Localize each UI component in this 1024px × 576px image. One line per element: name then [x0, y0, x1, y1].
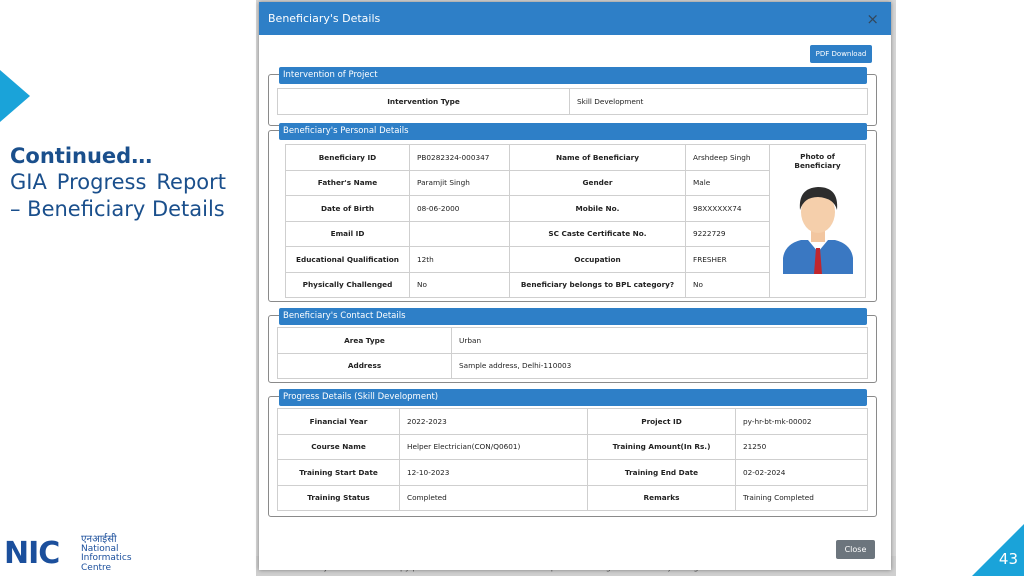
beneficiary-details-modal: Beneficiary's Details × PDF Download Int… [259, 2, 891, 570]
section-header: Progress Details (Skill Development) [279, 389, 867, 406]
label-cell: Course Name [277, 433, 400, 460]
personal-details-table: Beneficiary ID PB0282324-000347 Name of … [285, 144, 866, 298]
label-cell: Intervention Type [277, 88, 570, 115]
value-cell: 12-10-2023 [399, 459, 588, 486]
section-header: Beneficiary's Personal Details [279, 123, 867, 140]
progress-details-table: Financial Year 2022-2023 Project ID py-h… [277, 408, 868, 511]
slide-title-rest: GIA Progress Report – Beneficiary Detail… [10, 170, 226, 221]
arrow-decoration [0, 70, 30, 122]
slide-title-bold: Continued… [10, 144, 153, 168]
close-icon[interactable]: × [866, 10, 879, 28]
slide: Continued… GIA Progress Report – Benefic… [0, 0, 1024, 576]
label-cell: Remarks [587, 484, 736, 511]
value-cell: 21250 [735, 433, 868, 460]
nic-logo-line3: Centre [81, 562, 112, 573]
table-row: Address Sample address, Delhi-110003 [277, 352, 868, 379]
table-row: Intervention Type Skill Development [277, 88, 868, 115]
label-cell: Training Amount(In Rs.) [587, 433, 736, 460]
value-cell: No [685, 271, 770, 298]
value-cell: 02-02-2024 [735, 459, 868, 486]
value-cell [409, 220, 510, 247]
table-row: Area Type Urban [277, 327, 868, 354]
label-cell: Gender [509, 169, 686, 196]
nic-logo: NIC एनआईसी National Informatics Centre [4, 535, 139, 573]
slide-title: Continued… GIA Progress Report – Benefic… [10, 143, 226, 223]
photo-cell: Photo of Beneficiary [769, 144, 866, 298]
value-cell: Male [685, 169, 770, 196]
page-number: 43 [998, 550, 1018, 568]
nic-logo-text: एनआईसी National Informatics Centre [81, 535, 132, 573]
label-cell: Area Type [277, 327, 452, 354]
value-cell: Paramjit Singh [409, 169, 510, 196]
label-cell: Training Status [277, 484, 400, 511]
value-cell: 98XXXXXX74 [685, 195, 770, 222]
section-header: Beneficiary's Contact Details [279, 308, 867, 325]
value-cell: Sample address, Delhi-110003 [451, 352, 868, 379]
pdf-download-button[interactable]: PDF Download [810, 45, 872, 63]
label-cell: Occupation [509, 246, 686, 273]
intervention-section: Intervention of Project Intervention Typ… [268, 67, 877, 126]
label-cell: Date of Birth [285, 195, 410, 222]
table-row: Beneficiary ID PB0282324-000347 Name of … [285, 144, 866, 298]
label-cell: Beneficiary belongs to BPL category? [509, 271, 686, 298]
contact-details-section: Beneficiary's Contact Details Area Type … [268, 308, 877, 383]
label-cell: Project ID [587, 408, 736, 435]
label-cell: Beneficiary ID [285, 144, 410, 171]
label-cell: Physically Challenged [285, 271, 410, 298]
value-cell: 12th [409, 246, 510, 273]
modal-header: Beneficiary's Details × [259, 2, 891, 35]
personal-details-section: Beneficiary's Personal Details Beneficia… [268, 123, 877, 302]
modal-title: Beneficiary's Details [268, 12, 381, 25]
value-cell: FRESHER [685, 246, 770, 273]
value-cell: Training Completed [735, 484, 868, 511]
value-cell: py-hr-bt-mk-00002 [735, 408, 868, 435]
beneficiary-avatar-image [782, 187, 853, 274]
value-cell: PB0282324-000347 [409, 144, 510, 171]
nic-logo-letters: NIC [4, 536, 60, 571]
label-cell: Training End Date [587, 459, 736, 486]
label-cell: Educational Qualification [285, 246, 410, 273]
value-cell: 08-06-2000 [409, 195, 510, 222]
close-button[interactable]: Close [836, 540, 875, 559]
value-cell: 2022-2023 [399, 408, 588, 435]
label-cell: Father's Name [285, 169, 410, 196]
value-cell: Urban [451, 327, 868, 354]
value-cell: Arshdeep Singh [685, 144, 770, 171]
label-cell: Mobile No. [509, 195, 686, 222]
value-cell: Skill Development [569, 88, 868, 115]
intervention-table: Intervention Type Skill Development [277, 88, 868, 115]
label-cell: Training Start Date [277, 459, 400, 486]
value-cell: 9222729 [685, 220, 770, 247]
contact-details-table: Area Type Urban Address Sample address, … [277, 327, 868, 379]
progress-details-section: Progress Details (Skill Development) Fin… [268, 389, 877, 517]
label-cell: Email ID [285, 220, 410, 247]
table-row: Course Name Helper Electrician(CON/Q0601… [277, 433, 868, 460]
label-cell: Financial Year [277, 408, 400, 435]
value-cell: Completed [399, 484, 588, 511]
table-row: Financial Year 2022-2023 Project ID py-h… [277, 408, 868, 435]
section-header: Intervention of Project [279, 67, 867, 84]
label-cell: Address [277, 352, 452, 379]
photo-label: Photo of Beneficiary [794, 152, 841, 170]
table-row: Training Status Completed Remarks Traini… [277, 484, 868, 511]
table-row: Training Start Date 12-10-2023 Training … [277, 459, 868, 486]
label-cell: SC Caste Certificate No. [509, 220, 686, 247]
label-cell: Name of Beneficiary [509, 144, 686, 171]
value-cell: No [409, 271, 510, 298]
value-cell: Helper Electrician(CON/Q0601) [399, 433, 588, 460]
